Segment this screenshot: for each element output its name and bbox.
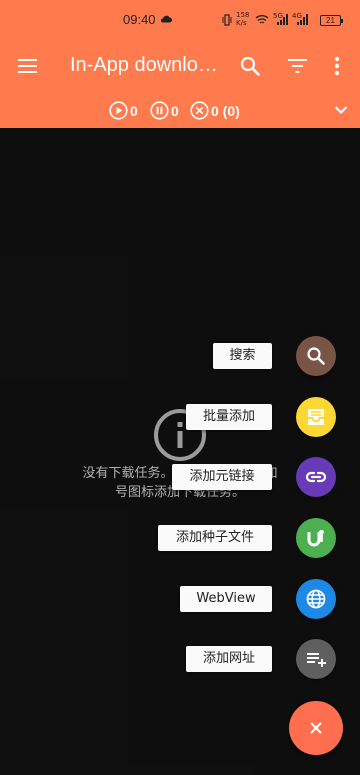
search-icon: [307, 347, 325, 365]
add-torrent-fab[interactable]: [296, 518, 336, 558]
cloud-icon: [161, 15, 172, 23]
globe-icon: [306, 589, 326, 609]
net-speed-bottom: K/s: [236, 19, 247, 27]
menu-icon[interactable]: [18, 58, 37, 74]
signal-icon-1: [277, 14, 288, 25]
running-count: 0: [130, 103, 138, 119]
search-fab[interactable]: [296, 336, 336, 376]
add-magnet-fab[interactable]: [296, 457, 336, 497]
utorrent-icon: [307, 530, 324, 547]
batch-add-fab[interactable]: [296, 397, 336, 437]
add-url-label[interactable]: 添加网址: [186, 646, 272, 672]
pause-circle-icon: [150, 101, 169, 120]
signal-icon-2: [297, 14, 308, 25]
webview-fab[interactable]: [296, 579, 336, 619]
speed-dial-scrim[interactable]: [0, 128, 360, 775]
webview-label[interactable]: WebView: [180, 586, 272, 612]
batch-add-label[interactable]: 批量添加: [186, 404, 272, 430]
close-speed-dial-button[interactable]: [289, 701, 343, 755]
error-circle-icon: [190, 101, 209, 120]
wifi-icon: [255, 15, 269, 24]
status-time: 09:40: [123, 12, 156, 27]
filter-icon[interactable]: [288, 58, 307, 74]
failed-count: 0 (0): [211, 103, 240, 119]
link-icon: [305, 471, 327, 483]
add-url-fab[interactable]: [296, 639, 336, 679]
vibrate-icon: [222, 14, 232, 26]
add-magnet-label[interactable]: 添加元链接: [172, 464, 272, 490]
chevron-down-icon[interactable]: [334, 105, 348, 115]
playlist-add-icon: [307, 653, 326, 667]
more-vert-icon[interactable]: [334, 56, 340, 76]
paused-count: 0: [171, 103, 179, 119]
battery-indicator: 21: [320, 15, 343, 26]
app-bar: In-App downloader: [0, 38, 360, 95]
close-icon: [310, 722, 322, 734]
inbox-tray-icon: [308, 409, 324, 425]
search-label[interactable]: 搜索: [213, 343, 272, 369]
add-torrent-label[interactable]: 添加种子文件: [158, 525, 272, 551]
status-bar: 09:40 158 K/s 5G 4G 21: [0, 0, 360, 38]
net-speed-top: 158: [236, 11, 250, 19]
play-circle-icon: [109, 101, 128, 120]
search-icon[interactable]: [240, 56, 260, 76]
app-title: In-App downloader: [70, 54, 220, 76]
download-counters-bar: 0 0 0 (0): [0, 95, 360, 128]
